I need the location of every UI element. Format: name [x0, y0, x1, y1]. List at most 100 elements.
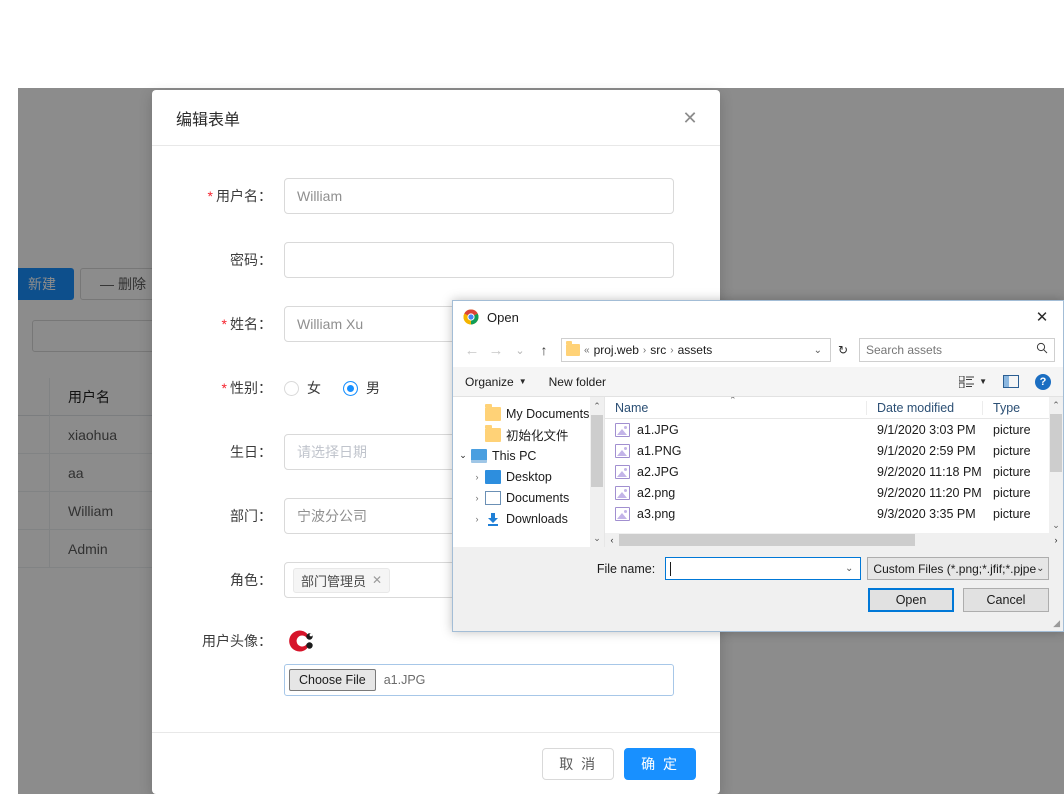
column-header-date[interactable]: Date modified	[867, 400, 983, 415]
file-type-cell: picture	[993, 506, 1031, 521]
search-input[interactable]: Search assets	[859, 338, 1055, 362]
chevron-down-icon[interactable]: ⌄	[509, 338, 531, 362]
username-input[interactable]: William	[284, 178, 674, 214]
forward-arrow-icon[interactable]: →	[485, 338, 507, 362]
view-options-button[interactable]: ▼	[958, 375, 987, 388]
breadcrumb-item-3[interactable]: assets	[678, 343, 713, 357]
scroll-left-icon[interactable]: ‹	[605, 533, 619, 547]
chevron-down-icon[interactable]: ⌄	[845, 563, 856, 574]
organize-label: Organize	[465, 374, 514, 389]
file-row[interactable]: a2.png 9/2/2020 11:20 PM picture	[605, 482, 1063, 503]
documents-icon	[485, 490, 501, 505]
breadcrumb-item-1[interactable]: proj.web	[594, 343, 639, 357]
image-file-icon	[615, 443, 630, 458]
tree-expander[interactable]: ›	[469, 514, 485, 524]
gender-option-female[interactable]: 女	[284, 378, 321, 398]
tree-item-documents[interactable]: › Documents	[453, 487, 604, 508]
avatar-file-row: Choose File a1.JPG	[152, 664, 720, 696]
close-icon[interactable]: ✕	[678, 106, 702, 130]
address-bar[interactable]: « proj.web › src › assets ⌄	[561, 338, 831, 362]
tree-item-downloads[interactable]: › Downloads	[453, 508, 604, 529]
resize-grip-icon[interactable]: ◢	[1053, 618, 1060, 629]
back-arrow-icon[interactable]: ←	[461, 338, 483, 362]
screen: 新建 — 删除 ： 用户名 xiaohua aa	[0, 0, 1064, 794]
tree-item-desktop[interactable]: › Desktop	[453, 466, 604, 487]
view-list-icon	[958, 375, 975, 388]
column-header-name-label: Name	[615, 400, 649, 415]
breadcrumb-item-2[interactable]: src	[650, 343, 666, 357]
chosen-file-name: a1.JPG	[383, 673, 426, 687]
field-gender-label: * 性别：	[152, 378, 284, 398]
file-list-horizontal-scrollbar[interactable]: ‹ ›	[605, 533, 1063, 547]
file-row[interactable]: a3.png 9/3/2020 3:35 PM picture	[605, 503, 1063, 524]
scrollbar-thumb[interactable]	[619, 534, 915, 546]
caret-down-icon: ▼	[518, 377, 527, 386]
chrome-icon	[463, 309, 479, 325]
scrollbar-thumb[interactable]	[1050, 414, 1062, 472]
file-date-cell: 9/1/2020 3:03 PM	[877, 422, 976, 437]
up-arrow-icon[interactable]: ↑	[533, 338, 555, 362]
username-input-value: William	[297, 188, 343, 204]
tag-close-icon[interactable]: ✕	[372, 573, 382, 587]
scroll-up-icon[interactable]: ⌃	[590, 398, 604, 414]
column-header-type[interactable]: Type	[983, 401, 1043, 415]
refresh-icon[interactable]: ↻	[833, 338, 853, 362]
scroll-down-icon[interactable]: ⌄	[1049, 517, 1063, 533]
scroll-down-icon[interactable]: ⌄	[590, 530, 604, 546]
file-date-cell: 9/2/2020 11:18 PM	[877, 464, 982, 479]
tree-item-label: 初始化文件	[506, 429, 569, 443]
avatar-file-input[interactable]: Choose File a1.JPG	[284, 664, 674, 696]
image-file-icon	[615, 464, 630, 479]
password-input[interactable]	[284, 242, 674, 278]
confirm-button[interactable]: 确 定	[624, 747, 696, 780]
tree-expander[interactable]: ›	[469, 472, 485, 482]
file-name-input[interactable]: ⌄	[665, 557, 862, 580]
page-title: 编辑表单	[176, 111, 241, 129]
organize-menu[interactable]: Organize ▼	[465, 375, 527, 389]
tree-item-label: My Documents	[506, 406, 590, 421]
scroll-up-icon[interactable]: ⌃	[1049, 397, 1063, 413]
choose-file-button[interactable]: Choose File	[289, 669, 376, 691]
close-icon[interactable]: ✕	[1021, 301, 1063, 333]
tree-item-init-files[interactable]: 初始化文件	[453, 424, 604, 445]
field-avatar-label-text: 用户头像：	[202, 633, 272, 649]
open-dialog-titlebar[interactable]: Open ✕	[453, 301, 1063, 333]
gender-option-male[interactable]: 男	[343, 378, 380, 398]
file-row[interactable]: a2.JPG 9/2/2020 11:18 PM picture	[605, 461, 1063, 482]
radio-icon	[284, 380, 299, 396]
tree-item-this-pc[interactable]: ⌄ This PC	[453, 445, 604, 466]
scroll-right-icon[interactable]: ›	[1049, 533, 1063, 547]
tree-scrollbar[interactable]: ⌃ ⌄	[590, 397, 604, 547]
chevron-down-icon[interactable]: ⌄	[814, 345, 826, 356]
file-name-label: File name:	[596, 561, 656, 576]
help-icon[interactable]: ?	[1035, 373, 1051, 390]
tree-item-label: Downloads	[506, 511, 568, 526]
open-button[interactable]: Open	[868, 588, 954, 612]
tree-expander-open[interactable]: ⌄	[455, 450, 471, 461]
tree-item-my-documents[interactable]: My Documents	[453, 403, 604, 424]
open-file-dialog: Open ✕ ← → ⌄ ↑ « proj.web › src › assets…	[452, 300, 1064, 632]
new-folder-button[interactable]: New folder	[549, 375, 606, 389]
file-list-vertical-scrollbar[interactable]: ⌃ ⌄	[1049, 397, 1063, 533]
field-role-label-text: 角色：	[230, 572, 272, 588]
file-name-cell: a3.png	[605, 506, 867, 521]
file-list: Name ⌃ Date modified Type a1.JPG 9/1/202…	[605, 397, 1063, 547]
modal-header: 编辑表单 ✕	[152, 90, 720, 146]
column-header-name[interactable]: Name ⌃	[605, 397, 867, 415]
file-type-cell: picture	[993, 464, 1031, 479]
file-row[interactable]: a1.JPG 9/1/2020 3:03 PM picture	[605, 419, 1063, 440]
scrollbar-thumb[interactable]	[591, 415, 603, 487]
file-row[interactable]: a1.PNG 9/1/2020 2:59 PM picture	[605, 440, 1063, 461]
avatar-file-control: Choose File a1.JPG	[284, 664, 674, 696]
cancel-button[interactable]: 取 消	[542, 747, 615, 780]
preview-pane-icon[interactable]	[1003, 375, 1019, 388]
file-type-cell: picture	[993, 422, 1031, 437]
cancel-button[interactable]: Cancel	[963, 588, 1049, 612]
field-password-control	[284, 242, 674, 278]
tree-expander[interactable]: ›	[469, 493, 485, 503]
sort-ascending-icon: ⌃	[729, 397, 737, 405]
field-password: 密码：	[152, 242, 720, 278]
image-file-icon	[615, 485, 630, 500]
tree-item-label: This PC	[492, 448, 537, 463]
file-type-filter-select[interactable]: Custom Files (*.png;*.jfif;*.pjpe ⌄	[867, 557, 1049, 580]
